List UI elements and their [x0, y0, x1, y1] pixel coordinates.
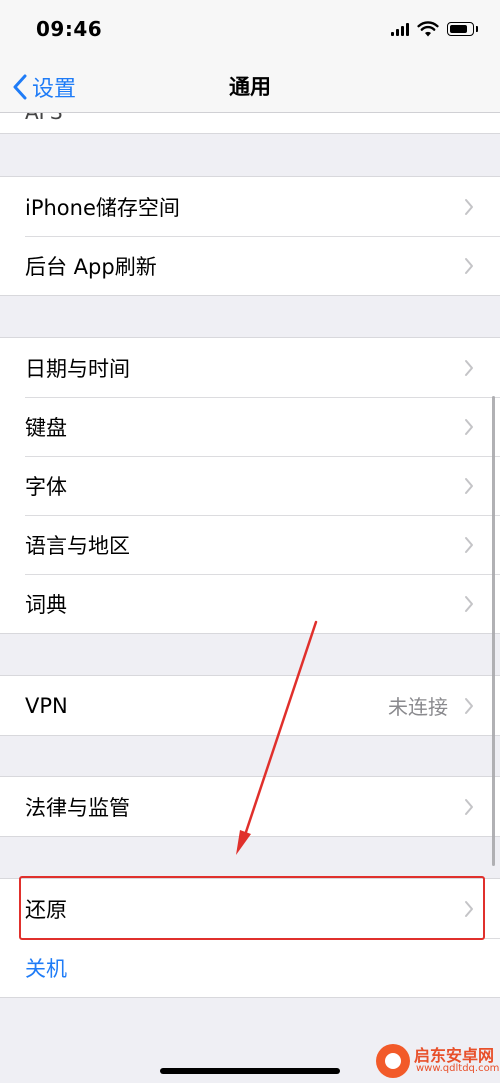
annotation-highlight-box [19, 876, 485, 940]
watermark-url: www.qdltdq.com [416, 1063, 500, 1074]
watermark-logo-icon [376, 1044, 410, 1078]
watermark: 启东安卓网 www.qdltdq.com [376, 1036, 500, 1083]
home-indicator[interactable] [160, 1068, 340, 1074]
